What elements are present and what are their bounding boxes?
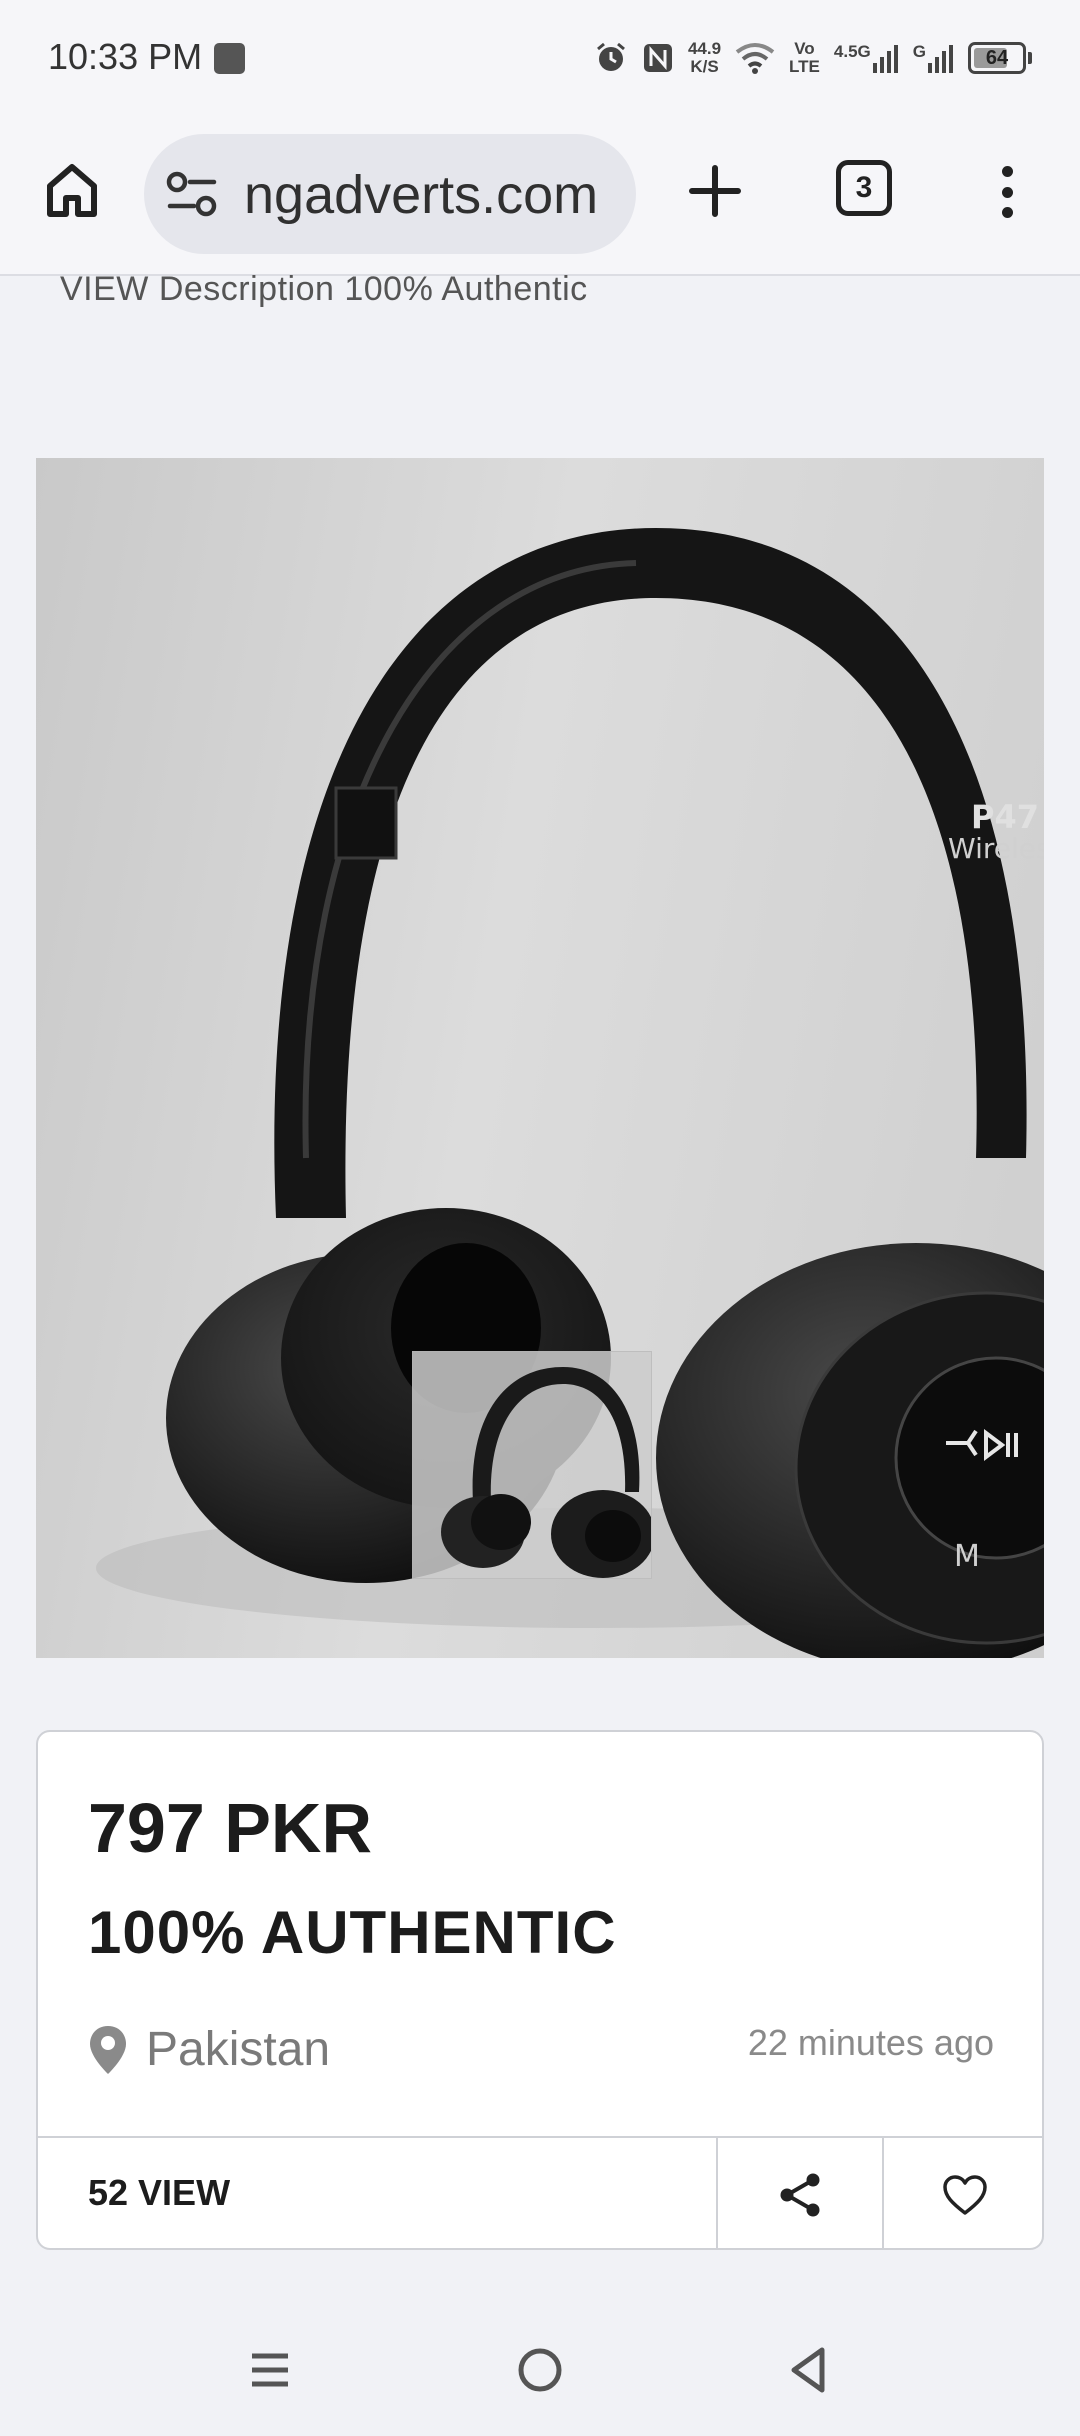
image-thumbnail[interactable] <box>412 1351 652 1579</box>
signal-bars-icon <box>928 45 953 73</box>
description-link[interactable]: VIEW Description 100% Authentic <box>60 270 588 309</box>
listing-title: 100% AUTHENTIC <box>88 1899 617 1966</box>
brand-sub-label: Wireless <box>948 832 1044 865</box>
address-bar[interactable]: ngadverts.com <box>144 134 636 254</box>
signal-2-label: G <box>912 42 926 61</box>
network-speed-value: 44.9 <box>687 39 722 58</box>
brand-label: P47 <box>971 798 1039 836</box>
signal-2: G <box>913 43 954 73</box>
signal-1: 4.5G <box>834 43 899 73</box>
favorite-button[interactable] <box>882 2138 1042 2248</box>
battery-level: 64 <box>985 46 1009 69</box>
alarm-icon <box>596 42 625 71</box>
status-bar: 10:33 PM 44.9 K/S Vo LTE 4.5G G 64 <box>0 0 1080 118</box>
volte-indicator: Vo LTE <box>789 40 820 76</box>
tab-switcher-button[interactable]: 3 <box>836 160 892 216</box>
heart-icon <box>943 2175 987 2215</box>
volte-top: Vo <box>794 39 815 58</box>
more-menu-icon <box>1001 166 1013 177</box>
volte-bottom: LTE <box>789 57 820 76</box>
browser-toolbar: ngadverts.com 3 <box>0 118 1080 276</box>
battery-tip <box>1028 52 1032 64</box>
price: 797 PKR <box>88 1789 373 1867</box>
signal-1-label: 4.5G <box>833 42 871 61</box>
site-settings-icon[interactable] <box>166 170 218 218</box>
share-button[interactable] <box>716 2138 882 2248</box>
recents-button[interactable] <box>240 2340 300 2400</box>
back-icon <box>791 2347 825 2393</box>
view-count: 52 VIEW <box>88 2172 231 2213</box>
home-circle-icon <box>518 2348 562 2392</box>
system-nav-bar <box>0 2300 1080 2436</box>
new-tab-plus-icon <box>689 165 741 217</box>
product-image[interactable]: P47 Wireless M <box>36 458 1044 1658</box>
url-text[interactable]: ngadverts.com <box>244 164 598 226</box>
menu-dot <box>1001 207 1013 218</box>
menu-dot <box>1001 186 1013 198</box>
listing-card: 797 PKR 100% AUTHENTIC Pakistan 22 minut… <box>36 1730 1044 2250</box>
signal-bars-icon <box>872 45 898 73</box>
home-icon <box>47 164 97 217</box>
wifi-icon <box>735 43 775 74</box>
posted-time: 22 minutes ago <box>747 2022 994 2063</box>
share-icon <box>780 2173 820 2217</box>
recents-icon <box>252 2353 288 2387</box>
home-nav-button[interactable] <box>510 2340 570 2400</box>
notification-icon <box>214 43 245 74</box>
new-tab-button[interactable] <box>682 158 748 224</box>
tab-count: 3 <box>855 171 873 204</box>
status-icons: 44.9 K/S Vo LTE 4.5G G 64 <box>594 30 1032 86</box>
network-speed: 44.9 K/S <box>688 40 721 76</box>
location: Pakistan <box>88 2022 330 2077</box>
thumbnail-headphones <box>441 1367 651 1578</box>
network-speed-unit: K/S <box>690 57 719 76</box>
home-button[interactable] <box>40 158 104 222</box>
location-text: Pakistan <box>146 2023 331 2076</box>
battery-icon: 64 <box>968 42 1026 74</box>
status-time: 10:33 PM <box>48 36 203 77</box>
back-button[interactable] <box>778 2340 838 2400</box>
more-menu-button[interactable] <box>990 160 1024 224</box>
location-pin-icon <box>90 2025 126 2074</box>
nfc-icon <box>643 44 672 72</box>
button-label: M <box>954 1539 980 1574</box>
